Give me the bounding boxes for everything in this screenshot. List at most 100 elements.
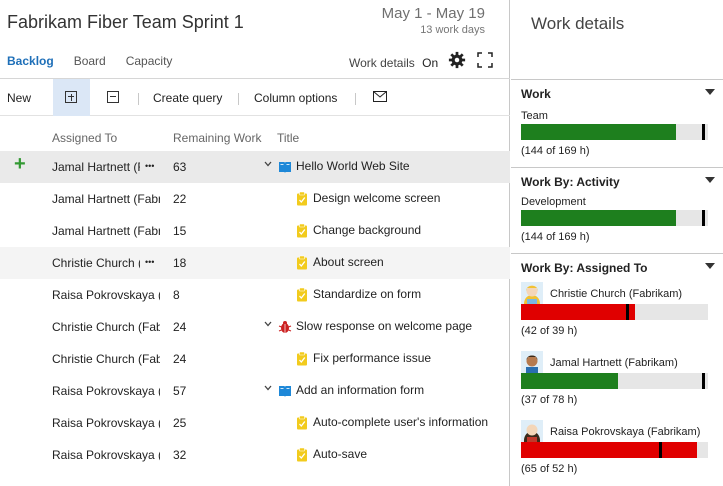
title-cell[interactable]: Design welcome screen <box>313 191 510 205</box>
remaining-work-cell: 24 <box>173 352 187 366</box>
new-button[interactable]: New <box>7 91 31 105</box>
person-capacity-bar <box>521 373 708 389</box>
table-row[interactable]: Christie Church (Fabrikam) ••• 18 About scr… <box>0 247 510 279</box>
capacity-bar-fill <box>521 373 618 389</box>
assigned-to-cell: Raisa Pokrovskaya (Fabrikam) <box>52 448 160 462</box>
task-icon <box>297 191 307 206</box>
table-row[interactable]: Raisa Pokrovskaya (Fabrikam) 32 Auto-save <box>0 439 510 471</box>
chevron-down-icon[interactable] <box>264 320 272 328</box>
tab-capacity[interactable]: Capacity <box>126 54 173 68</box>
title-cell[interactable]: Change background <box>313 223 510 237</box>
more-actions-icon[interactable]: ••• <box>145 161 154 171</box>
table-row[interactable]: + Jamal Hartnett (Fabrikam) ••• 63 Hello Wor… <box>0 151 510 183</box>
book-icon <box>279 386 291 397</box>
table-row[interactable]: Raisa Pokrovskaya (Fabrikam) 8 Standardize… <box>0 279 510 311</box>
task-icon <box>297 223 307 238</box>
col-remaining-work[interactable]: Remaining Work <box>173 131 261 145</box>
backlog-pane: Fabrikam Fiber Team Sprint 1 May 1 - May… <box>0 0 510 486</box>
collapse-caret-icon[interactable] <box>705 177 715 183</box>
christie-avatar <box>521 282 543 304</box>
work-details-title: Work details <box>531 14 625 33</box>
title-cell[interactable]: Auto-complete user's information <box>313 415 510 429</box>
collapse-icon[interactable] <box>107 91 119 103</box>
table-row[interactable]: Christie Church (Fabrikam) 24 Slow respons… <box>0 311 510 343</box>
activity-section: Work By: Activity Development (144 of 16… <box>511 167 723 253</box>
capacity-marker <box>702 124 705 140</box>
work-heading: Work <box>521 87 551 101</box>
assigned-to-cell: Christie Church (Fabrikam) <box>52 320 160 334</box>
tab-backlog[interactable]: Backlog <box>7 54 54 68</box>
view-tabs: Backlog Board Capacity <box>7 54 192 68</box>
table-row[interactable]: Raisa Pokrovskaya (Fabrikam) 25 Auto-compl… <box>0 407 510 439</box>
title-cell[interactable]: Auto-save <box>313 447 510 461</box>
person-capacity-bar <box>521 304 708 320</box>
remaining-work-cell: 15 <box>173 224 187 238</box>
capacity-bar-fill <box>521 442 697 458</box>
task-icon <box>297 415 307 430</box>
column-options-button[interactable]: Column options <box>254 91 337 105</box>
capacity-marker <box>702 210 705 226</box>
assigned-to-cell: Jamal Hartnett (Fabrikam) <box>52 160 140 174</box>
title-cell[interactable]: Standardize on form <box>313 287 510 301</box>
person-name: Christie Church (Fabrikam) <box>550 288 683 300</box>
bug-icon <box>278 321 292 333</box>
activity-heading: Work By: Activity <box>521 175 620 189</box>
team-label: Team <box>521 110 548 122</box>
title-cell[interactable]: Fix performance issue <box>313 351 510 365</box>
collapse-caret-icon[interactable] <box>705 263 715 269</box>
fullscreen-icon[interactable] <box>477 52 493 68</box>
work-details-toggle-state: On <box>422 56 439 70</box>
person-name: Raisa Pokrovskaya (Fabrikam) <box>550 426 701 438</box>
title-cell[interactable]: Add an information form <box>296 383 510 397</box>
remaining-work-cell: 63 <box>173 160 187 174</box>
email-icon[interactable] <box>373 91 387 102</box>
expand-all-button[interactable] <box>53 79 90 116</box>
collapse-caret-icon[interactable] <box>705 89 715 95</box>
expand-icon <box>65 91 77 103</box>
chevron-down-icon[interactable] <box>264 160 272 168</box>
person-capacity-bar <box>521 442 708 458</box>
jamal-avatar <box>521 351 543 373</box>
assigned-heading: Work By: Assigned To <box>521 261 648 275</box>
work-section: Work Team (144 of 169 h) <box>511 79 723 167</box>
title-cell[interactable]: About screen <box>313 255 510 269</box>
add-child-icon[interactable]: + <box>14 153 26 176</box>
person-name: Jamal Hartnett (Fabrikam) <box>550 357 678 369</box>
remaining-work-cell: 32 <box>173 448 187 462</box>
task-icon <box>297 255 307 270</box>
work-details-toggle-label: Work details <box>349 56 415 70</box>
gear-icon[interactable] <box>448 51 466 69</box>
task-icon <box>297 351 307 366</box>
work-details-toggle[interactable]: Work details On <box>349 56 438 70</box>
person-capacity-note: (37 of 78 h) <box>521 394 578 406</box>
activity-capacity-bar <box>521 210 708 226</box>
title-cell[interactable]: Slow response on welcome page <box>296 319 510 333</box>
work-days: 13 work days <box>420 24 485 36</box>
table-row[interactable]: Jamal Hartnett (Fabrikam) 22 Design welcom… <box>0 183 510 215</box>
more-actions-icon[interactable]: ••• <box>145 257 154 267</box>
table-row[interactable]: Christie Church (Fabrikam) 24 Fix performa… <box>0 343 510 375</box>
book-icon <box>279 162 291 173</box>
work-details-pane: Work details Work Team (144 of 169 h) Wo… <box>511 0 723 486</box>
team-capacity-bar <box>521 124 708 140</box>
person-capacity-note: (65 of 52 h) <box>521 463 578 475</box>
remaining-work-cell: 57 <box>173 384 187 398</box>
remaining-work-cell: 8 <box>173 288 180 302</box>
backlog-toolbar: New Create query Column options <box>0 78 510 116</box>
tab-board[interactable]: Board <box>74 54 106 68</box>
capacity-bar-fill <box>521 304 635 320</box>
title-cell[interactable]: Hello World Web Site <box>296 159 510 173</box>
remaining-work-cell: 18 <box>173 256 187 270</box>
raisa-avatar <box>521 420 543 442</box>
chevron-down-icon[interactable] <box>264 384 272 392</box>
activity-capacity-note: (144 of 169 h) <box>521 231 590 243</box>
col-title[interactable]: Title <box>277 131 299 145</box>
col-assigned-to[interactable]: Assigned To <box>52 131 117 145</box>
assigned-to-cell: Raisa Pokrovskaya (Fabrikam) <box>52 384 160 398</box>
column-headers: Assigned To Remaining Work Title <box>0 128 510 148</box>
table-row[interactable]: Jamal Hartnett (Fabrikam) 15 Change backgr… <box>0 215 510 247</box>
capacity-marker <box>659 442 662 458</box>
create-query-button[interactable]: Create query <box>153 91 222 105</box>
table-row[interactable]: Raisa Pokrovskaya (Fabrikam) 57 Add an inf… <box>0 375 510 407</box>
capacity-marker <box>702 373 705 389</box>
